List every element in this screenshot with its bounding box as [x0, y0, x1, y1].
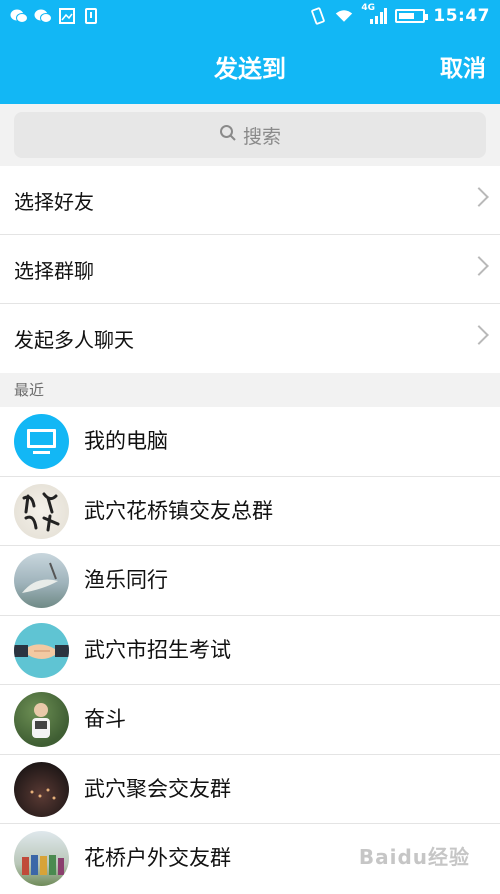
- chat-name: 花桥户外交友群: [84, 846, 231, 870]
- chat-name: 奋斗: [84, 707, 126, 731]
- sim-icon: [82, 7, 100, 25]
- group-photo-avatar: [14, 831, 69, 886]
- chat-name: 武穴花桥镇交友总群: [84, 498, 273, 523]
- list-item[interactable]: 渔乐同行: [0, 546, 500, 616]
- chat-name: 武穴市招生考试: [84, 637, 231, 662]
- wifi-icon: [335, 7, 353, 25]
- list-item[interactable]: 武穴聚会交友群: [0, 755, 500, 824]
- calligraphy-avatar: [14, 483, 69, 539]
- list-item[interactable]: 我的电脑: [0, 407, 500, 477]
- list-item[interactable]: 武穴市招生考试: [0, 616, 500, 685]
- search-placeholder: 搜索: [242, 125, 281, 148]
- wechat-icon: [34, 7, 52, 25]
- vibrate-icon: [309, 7, 327, 25]
- recent-section-label: 最近: [0, 373, 500, 407]
- menu-item-select-group-chat[interactable]: 选择群聊: [0, 235, 500, 304]
- chevron-right-icon: [469, 256, 489, 276]
- search-icon: [219, 124, 237, 147]
- watermark: Baidu经验: [358, 845, 470, 869]
- menu-item-label: 发起多人聊天: [14, 328, 134, 352]
- wechat-icon: [10, 7, 28, 25]
- menu-item-label: 选择好友: [14, 189, 94, 214]
- chat-name: 我的电脑: [84, 429, 168, 453]
- chevron-right-icon: [469, 325, 489, 345]
- child-avatar: [14, 692, 69, 747]
- title-bar: 发送到 取消: [0, 34, 500, 104]
- fish-avatar: [14, 553, 69, 608]
- search-area: 搜索: [0, 104, 500, 166]
- page-title: 发送到: [214, 55, 286, 83]
- system-icons: 4G 15:47: [309, 4, 490, 26]
- computer-icon: [14, 414, 69, 469]
- status-bar: 4G 15:47: [0, 0, 500, 34]
- chevron-right-icon: [469, 187, 489, 207]
- night-avatar: [14, 761, 69, 817]
- notification-icons: [10, 7, 100, 25]
- clock: 15:47: [433, 6, 490, 26]
- list-item[interactable]: 武穴花桥镇交友总群: [0, 477, 500, 546]
- target-menu: 选择好友 选择群聊 发起多人聊天: [0, 166, 500, 373]
- menu-item-label: 选择群聊: [14, 258, 94, 283]
- chat-name: 武穴聚会交友群: [84, 776, 231, 801]
- signal-icon: 4G: [361, 4, 388, 25]
- image-icon: [58, 7, 76, 25]
- menu-item-select-friends[interactable]: 选择好友: [0, 166, 500, 235]
- recent-list: 我的电脑 武穴花桥镇交友总群 渔乐同行 武穴市招生考试 奋斗 武穴聚会交友群 花…: [0, 407, 500, 894]
- search-input[interactable]: 搜索: [14, 112, 486, 158]
- chat-name: 渔乐同行: [84, 568, 168, 592]
- handshake-avatar: [14, 622, 69, 678]
- menu-item-start-multi-chat[interactable]: 发起多人聊天: [0, 304, 500, 373]
- battery-icon: [395, 9, 429, 23]
- list-item[interactable]: 奋斗: [0, 685, 500, 755]
- cancel-button[interactable]: 取消: [440, 34, 486, 104]
